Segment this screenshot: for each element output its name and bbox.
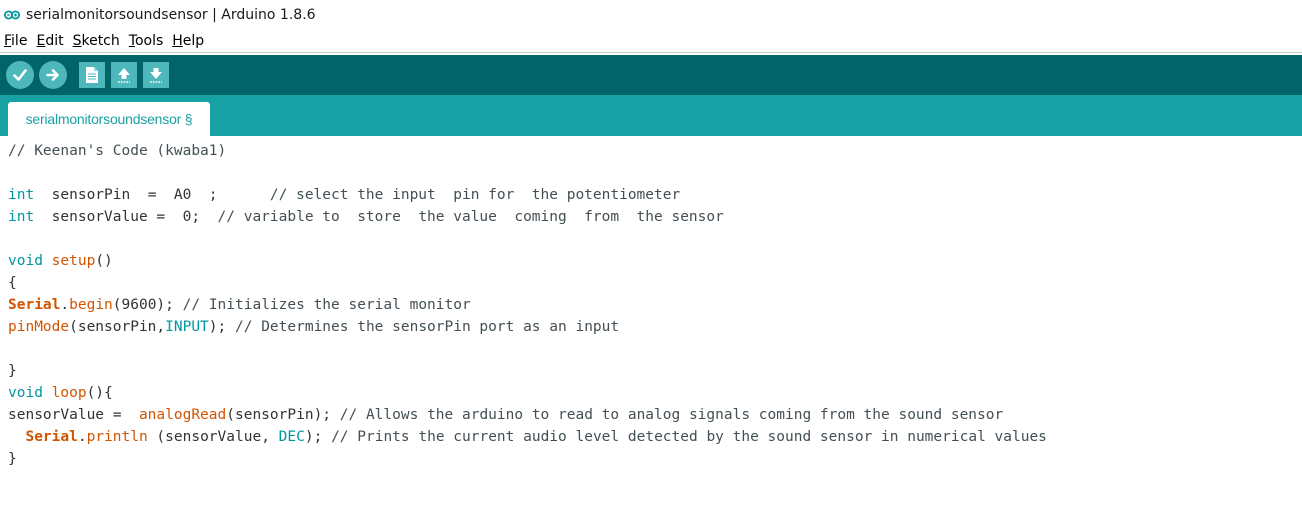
code-token: Serial (25, 429, 78, 445)
code-line: } (8, 448, 1047, 470)
code-token: // Prints the current audio level detect… (331, 429, 1047, 445)
code-token: } (8, 363, 17, 379)
code-line: // Keenan's Code (kwaba1) (8, 140, 1047, 162)
code-token: { (8, 275, 17, 291)
code-line: int sensorValue = 0; // variable to stor… (8, 206, 1047, 228)
code-token: Serial (8, 297, 61, 313)
tab-bar: serialmonitorsoundsensor § (0, 95, 1302, 136)
code-token: setup (51, 253, 96, 269)
open-icon (118, 68, 130, 83)
code-token: int (8, 187, 35, 203)
code-token: () (95, 253, 113, 269)
open-button[interactable] (111, 62, 137, 88)
code-token: ); (208, 319, 235, 335)
upload-icon (46, 69, 59, 81)
code-token: (9600); (112, 297, 183, 313)
upload-button[interactable] (39, 61, 67, 89)
code-line: void setup() (8, 250, 1047, 272)
code-token: sensorPin = A0 ; (34, 187, 270, 203)
code-token: int (8, 209, 35, 225)
tab-label: serialmonitorsoundsensor § (25, 111, 193, 127)
code-token: pinMode (8, 319, 70, 335)
code-token: (sensorPin, (69, 319, 166, 335)
code-token: begin (69, 297, 113, 313)
code-token: (sensorValue, (147, 429, 279, 445)
code-line: { (8, 272, 1047, 294)
code-token: void (8, 385, 43, 401)
code-text[interactable]: // Keenan's Code (kwaba1) int sensorPin … (8, 140, 1047, 470)
verify-icon (13, 69, 27, 81)
code-line: } (8, 360, 1047, 382)
menu-file[interactable]: File (4, 33, 27, 49)
code-token: analogRead (138, 407, 227, 423)
new-icon (86, 67, 98, 83)
code-line: Serial.begin(9600); // Initializes the s… (8, 294, 1047, 316)
code-line: Serial.println (sensorValue, DEC); // Pr… (8, 426, 1047, 448)
code-token: sensorValue = (8, 407, 139, 423)
menu-help[interactable]: Help (172, 33, 204, 49)
code-token: loop (51, 385, 87, 401)
code-token: // select the input pin for the potentio… (269, 187, 681, 203)
code-token: ); (304, 429, 332, 445)
code-token: // variable to store the value coming fr… (217, 209, 724, 225)
code-editor[interactable]: // Keenan's Code (kwaba1) int sensorPin … (0, 136, 1302, 528)
code-line: pinMode(sensorPin,INPUT); // Determines … (8, 316, 1047, 338)
title-bar: serialmonitorsoundsensor | Arduino 1.8.6 (0, 0, 1302, 30)
code-token: } (8, 451, 17, 467)
code-token: // Keenan's Code (kwaba1) (8, 143, 227, 159)
menu-sketch[interactable]: Sketch (73, 33, 120, 49)
tab-serialmonitorsoundsensor[interactable]: serialmonitorsoundsensor § (8, 102, 210, 136)
code-token: . (77, 429, 87, 445)
code-token: DEC (278, 429, 305, 445)
arduino-infinity-icon (4, 8, 20, 22)
new-sketch-button[interactable] (79, 62, 105, 88)
toolbar (0, 55, 1302, 95)
code-line: int sensorPin = A0 ; // select the input… (8, 184, 1047, 206)
code-token: // Allows the arduino to read to analog … (339, 407, 1004, 423)
code-token: void (8, 253, 43, 269)
code-token: (){ (86, 385, 113, 401)
save-button[interactable] (143, 62, 169, 88)
menu-separator (0, 52, 1302, 53)
verify-button[interactable] (6, 61, 34, 89)
code-token: INPUT (165, 319, 209, 335)
code-token: // Determines the sensorPin port as an i… (235, 319, 620, 335)
window-title: serialmonitorsoundsensor | Arduino 1.8.6 (26, 7, 316, 23)
save-icon (150, 68, 162, 83)
code-line: sensorValue = analogRead(sensorPin); // … (8, 404, 1047, 426)
code-token: (sensorPin); (226, 407, 340, 423)
code-token: . (60, 297, 70, 313)
menu-tools[interactable]: Tools (129, 33, 164, 49)
code-token: sensorValue = 0; (34, 209, 218, 225)
menu-edit[interactable]: Edit (36, 33, 63, 49)
code-token: // Initializes the serial monitor (182, 297, 471, 313)
code-line: void loop(){ (8, 382, 1047, 404)
code-token: println (86, 429, 148, 445)
menu-bar: File Edit Sketch Tools Help (0, 30, 1302, 52)
